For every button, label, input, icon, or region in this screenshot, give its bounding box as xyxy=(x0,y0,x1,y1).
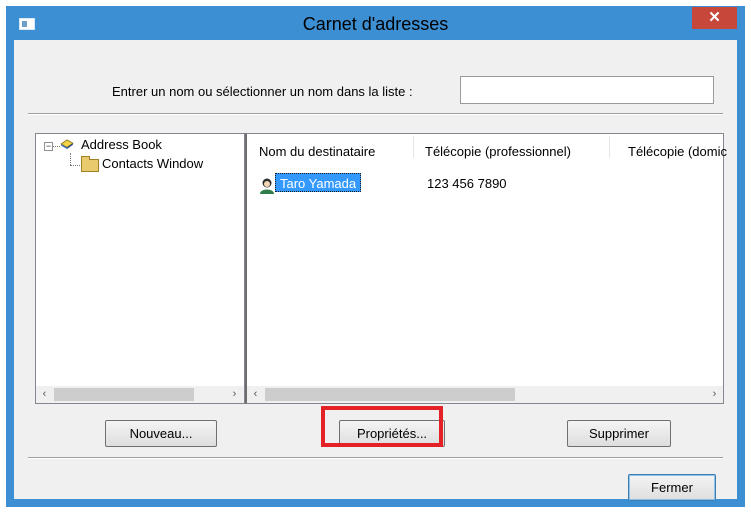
bottom-separator xyxy=(28,457,723,459)
column-header-name[interactable]: Nom du destinataire xyxy=(259,144,375,159)
contacts-list[interactable]: Nom du destinataire Télécopie (professio… xyxy=(245,133,727,404)
window-title: Carnet d'adresses xyxy=(302,14,449,34)
scroll-left-icon[interactable]: ‹ xyxy=(36,386,53,403)
close-button[interactable]: Fermer xyxy=(628,474,716,501)
scroll-thumb[interactable] xyxy=(265,388,515,401)
tree-horizontal-scrollbar[interactable]: ‹ › xyxy=(36,386,244,403)
new-button[interactable]: Nouveau... xyxy=(105,420,217,447)
fax-business-cell: 123 456 7890 xyxy=(427,176,507,191)
collapse-toggle[interactable]: − xyxy=(44,142,53,151)
column-divider[interactable] xyxy=(413,136,414,158)
properties-highlight xyxy=(321,406,443,447)
folder-tree[interactable]: − Address Book Contacts Window ‹ › xyxy=(35,133,245,404)
scroll-left-icon[interactable]: ‹ xyxy=(247,386,264,403)
scroll-thumb[interactable] xyxy=(54,388,194,401)
title-bar[interactable]: Carnet d'adresses ✕ xyxy=(6,6,745,40)
scroll-right-icon[interactable]: › xyxy=(706,386,723,403)
top-separator xyxy=(28,113,723,115)
search-label: Entrer un nom ou sélectionner un nom dan… xyxy=(112,84,413,99)
column-header-fax-business[interactable]: Télécopie (professionnel) xyxy=(425,144,571,159)
column-divider[interactable] xyxy=(609,136,610,158)
contact-icon xyxy=(260,178,274,194)
close-window-button[interactable]: ✕ xyxy=(692,7,737,29)
column-header-fax-home[interactable]: Télécopie (domic xyxy=(628,144,727,159)
list-horizontal-scrollbar[interactable]: ‹ › xyxy=(247,386,723,403)
scroll-right-icon[interactable]: › xyxy=(226,386,243,403)
tree-connector xyxy=(70,153,71,165)
tree-item-address-book[interactable]: Address Book xyxy=(81,137,162,155)
tree-connector xyxy=(53,146,60,147)
delete-button[interactable]: Supprimer xyxy=(567,420,671,447)
address-book-icon xyxy=(60,139,74,149)
folder-icon xyxy=(81,156,99,172)
tree-item-contacts-window[interactable]: Contacts Window xyxy=(102,156,203,174)
tree-connector xyxy=(70,165,80,166)
search-input[interactable] xyxy=(460,76,714,104)
recipient-name-cell[interactable]: Taro Yamada xyxy=(275,173,362,192)
